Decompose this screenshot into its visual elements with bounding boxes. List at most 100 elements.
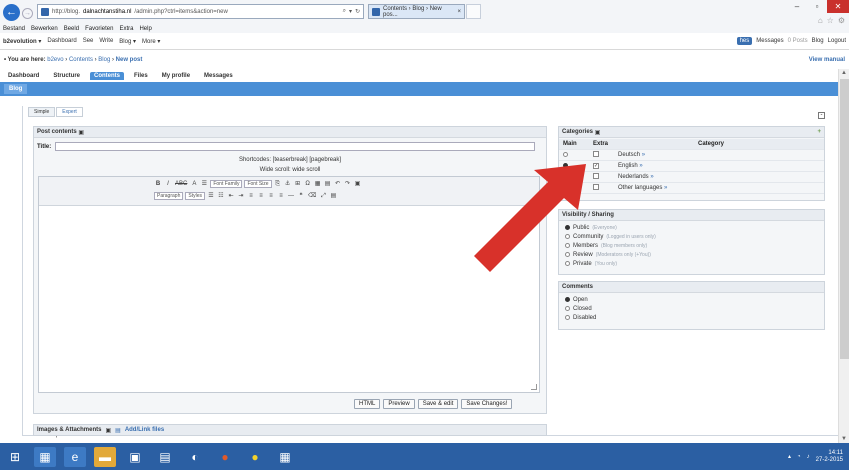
nav-my-profile[interactable]: My profile xyxy=(158,72,194,80)
visibility-option[interactable]: Review (Moderators only (+You)) xyxy=(559,250,824,259)
close-icon[interactable]: ✕ xyxy=(827,0,849,13)
comments-option[interactable]: Open xyxy=(559,295,824,304)
radio-button[interactable] xyxy=(565,306,570,311)
logout-link[interactable]: Logout xyxy=(828,38,846,44)
radio-button[interactable] xyxy=(565,315,570,320)
start-windows-icon[interactable]: ⊞ xyxy=(4,447,26,467)
list-icon[interactable]: ☰ xyxy=(200,180,208,188)
nav-messages[interactable]: Messages xyxy=(200,72,237,80)
title-input[interactable] xyxy=(55,142,536,151)
new-tab-button[interactable] xyxy=(466,4,481,19)
redo-icon[interactable]: ↷ xyxy=(344,180,352,188)
copy-icon[interactable]: ⎘ xyxy=(274,180,282,188)
tray-arrow-icon[interactable]: ▴ xyxy=(788,453,791,460)
breadcrumb-item[interactable]: b2evo xyxy=(47,57,63,63)
radio-button[interactable] xyxy=(565,297,570,302)
extra-checkbox[interactable]: ✓ xyxy=(593,163,599,169)
scroll-up-icon[interactable]: ▲ xyxy=(841,70,847,76)
numbered-list-icon[interactable]: ☷ xyxy=(217,192,225,200)
volume-icon[interactable]: ♪ xyxy=(807,454,810,460)
forward-arrow-icon[interactable]: → xyxy=(22,8,33,19)
menu-item[interactable]: Help xyxy=(139,26,151,32)
extra-checkbox[interactable] xyxy=(593,173,599,179)
visibility-option[interactable]: Public (Everyone) xyxy=(559,223,824,232)
fullscreen-icon[interactable]: ▣ xyxy=(354,180,362,188)
help-icon[interactable]: ▣ xyxy=(78,129,84,136)
clear-format-icon[interactable]: ⌫ xyxy=(307,192,317,200)
nav-dashboard[interactable]: Dashboard xyxy=(4,72,43,80)
category-link-icon[interactable]: » xyxy=(650,174,653,180)
undo-icon[interactable]: ↶ xyxy=(334,180,342,188)
admin-menu-item[interactable]: b2evolution ▾ xyxy=(3,38,41,45)
view-manual-link[interactable]: View manual xyxy=(809,57,845,63)
rich-text-editor[interactable]: B I ABC A ☰ Font Family Font Size ⎘ ⚓ ⊞ … xyxy=(38,176,540,438)
app-icon[interactable]: ▣ xyxy=(124,447,146,467)
scroll-down-icon[interactable]: ▼ xyxy=(841,436,847,442)
anchor-icon[interactable]: ⚓ xyxy=(284,180,292,188)
add-files-icon[interactable]: ▤ xyxy=(115,427,121,434)
strikethrough-button[interactable]: ABC xyxy=(174,180,188,188)
folder-icon[interactable]: ▬ xyxy=(94,446,116,467)
network-icon[interactable]: ◔ xyxy=(797,454,801,460)
paragraph-select[interactable]: Paragraph xyxy=(154,192,184,200)
breadcrumb-item[interactable]: Blog xyxy=(98,57,110,63)
visibility-option[interactable]: Members (Blog members only) xyxy=(559,241,824,250)
dropdown-icon[interactable]: ▾ xyxy=(349,8,352,15)
help-icon[interactable]: ▣ xyxy=(105,427,111,434)
bullet-list-icon[interactable]: ☰ xyxy=(207,192,215,200)
app-icon[interactable]: ◐ xyxy=(184,447,206,467)
justify-icon[interactable]: ≡ xyxy=(277,192,285,200)
scrollbar-thumb[interactable] xyxy=(840,79,849,359)
save-edit-button[interactable]: Save & edit xyxy=(417,399,459,409)
blockquote-icon[interactable]: ❝ xyxy=(297,192,305,200)
user-badge[interactable]: hes xyxy=(736,37,753,45)
clock[interactable]: 14:11 27-2-2015 xyxy=(816,450,843,464)
extra-checkbox[interactable] xyxy=(593,151,599,157)
table-icon[interactable]: ⊞ xyxy=(294,180,302,188)
back-arrow-icon[interactable]: ← xyxy=(3,4,20,21)
admin-menu-item[interactable]: See xyxy=(83,38,94,44)
messages-link[interactable]: Messages xyxy=(756,38,783,44)
align-left-icon[interactable]: ≡ xyxy=(247,192,255,200)
minimize-icon[interactable]: – xyxy=(787,0,807,13)
admin-menu-item[interactable]: More ▾ xyxy=(142,38,160,45)
admin-menu-item[interactable]: Dashboard xyxy=(47,38,76,44)
category-link-icon[interactable]: » xyxy=(664,185,667,191)
font-family-select[interactable]: Font Family xyxy=(210,180,243,188)
styles-select[interactable]: Styles xyxy=(185,192,205,200)
app-icon[interactable]: ▤ xyxy=(154,447,176,467)
image-icon[interactable]: ▦ xyxy=(314,180,322,188)
html-button[interactable]: HTML xyxy=(354,399,381,409)
font-size-select[interactable]: Font Size xyxy=(244,180,272,188)
maximize-icon[interactable]: ▫ xyxy=(807,0,827,13)
tab-expert[interactable]: Expert xyxy=(56,107,83,117)
tab-close-icon[interactable]: × xyxy=(457,9,461,15)
app-icon[interactable]: ● xyxy=(244,447,266,467)
text-color-button[interactable]: A xyxy=(190,180,198,188)
app-icon[interactable]: ● xyxy=(214,447,236,467)
page-scrollbar[interactable]: ▲ ▼ xyxy=(838,69,849,443)
help-icon[interactable]: ▣ xyxy=(595,129,601,136)
breadcrumb-item[interactable]: Contents xyxy=(69,57,93,63)
category-link-icon[interactable]: » xyxy=(639,163,642,169)
address-bar[interactable]: http://blog. dalnachtanstiha.nl/admin.php… xyxy=(37,4,364,19)
resize-handle-icon[interactable] xyxy=(531,384,537,390)
search-icon[interactable]: ⌕ xyxy=(343,8,346,15)
bold-button[interactable]: B xyxy=(154,180,162,188)
comments-option[interactable]: Disabled xyxy=(559,313,824,322)
menu-item[interactable]: Beeld xyxy=(64,26,79,32)
align-center-icon[interactable]: ≡ xyxy=(257,192,265,200)
italic-button[interactable]: I xyxy=(164,180,172,188)
menu-item[interactable]: Bewerken xyxy=(31,26,58,32)
add-link-files-link[interactable]: Add/Link files xyxy=(125,427,164,433)
internet-explorer-icon[interactable]: e xyxy=(64,446,86,467)
special-char-icon[interactable]: Ω xyxy=(304,180,312,188)
media-icon[interactable]: ▤ xyxy=(324,180,332,188)
tab-simple[interactable]: Simple xyxy=(28,107,56,117)
nav-structure[interactable]: Structure xyxy=(49,72,84,80)
preview-button[interactable]: Preview xyxy=(383,399,415,409)
comments-option[interactable]: Closed xyxy=(559,304,824,313)
add-category-icon[interactable]: + xyxy=(817,129,821,135)
collapse-toggle-icon[interactable]: - xyxy=(818,112,825,119)
app-icon[interactable]: ▦ xyxy=(274,447,296,467)
